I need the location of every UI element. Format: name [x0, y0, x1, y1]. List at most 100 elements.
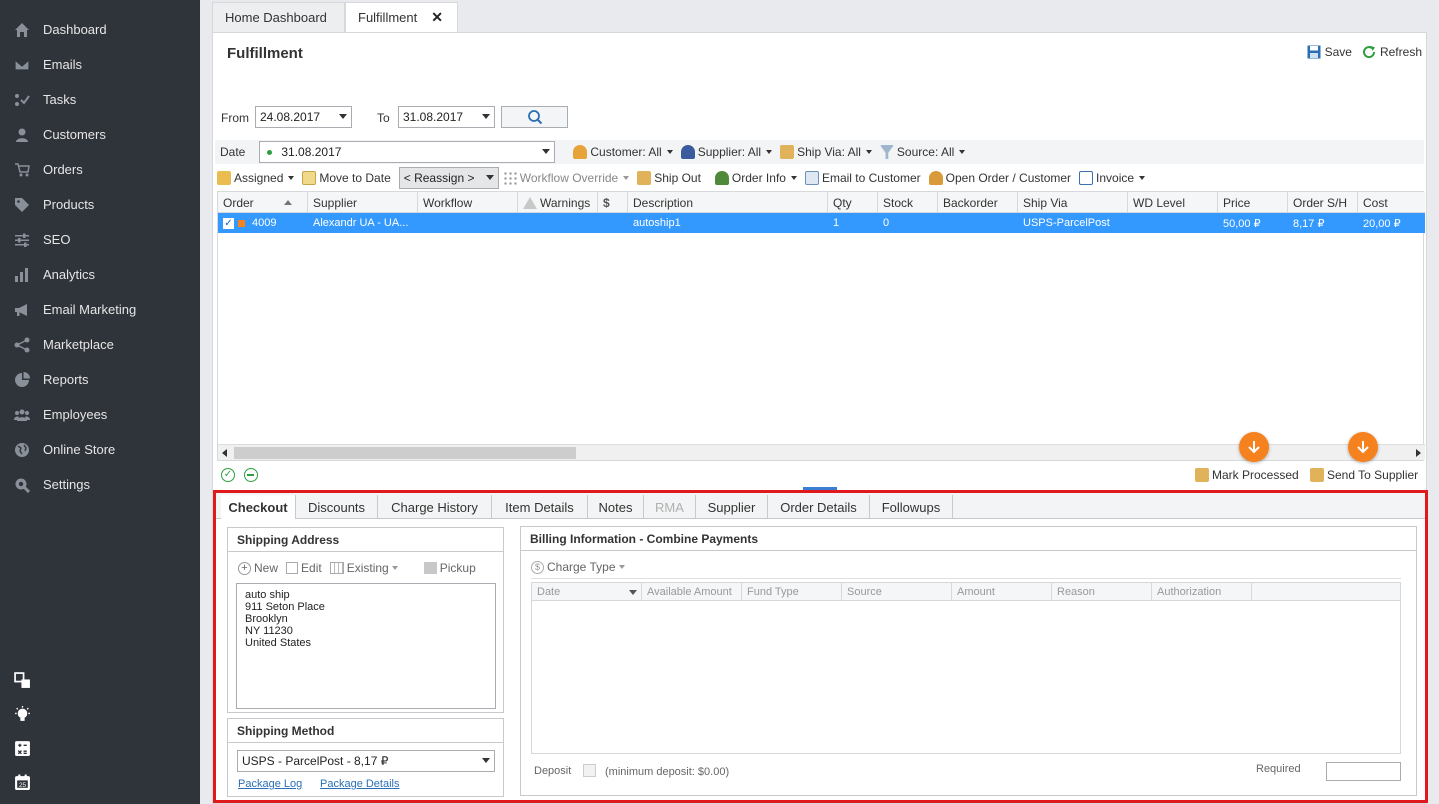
calendar-icon[interactable]: 25: [12, 772, 32, 792]
lightbulb-icon[interactable]: [12, 704, 32, 724]
shipping-method-value: USPS - ParcelPost - 8,17 ₽: [242, 754, 389, 768]
column-header-source[interactable]: Source: [842, 583, 952, 601]
charge-type-dropdown[interactable]: $ Charge Type: [531, 560, 625, 574]
mark-processed-arrow-icon[interactable]: [1239, 432, 1269, 462]
column-header-description[interactable]: Description: [628, 192, 828, 213]
tab-followups[interactable]: Followups: [870, 495, 953, 519]
sidebar-item-customers[interactable]: Customers: [0, 117, 200, 152]
scroll-left-icon[interactable]: [222, 449, 227, 457]
tab-checkout[interactable]: Checkout: [221, 495, 296, 519]
to-date-picker[interactable]: 31.08.2017: [398, 106, 495, 128]
sidebar-item-employees[interactable]: Employees: [0, 397, 200, 432]
column-header-ship-via[interactable]: Ship Via: [1018, 192, 1128, 213]
package-details-link[interactable]: Package Details: [320, 778, 400, 790]
order-info-button[interactable]: Order Info: [714, 171, 797, 185]
assigned-button[interactable]: Assigned: [217, 171, 295, 185]
sidebar-item-analytics[interactable]: Analytics: [0, 257, 200, 292]
column-label: Description: [633, 195, 694, 210]
mark-processed-button[interactable]: Mark Processed: [1195, 468, 1299, 482]
column-header-qty[interactable]: Qty: [828, 192, 878, 213]
sidebar-item-dashboard[interactable]: Dashboard: [0, 12, 200, 47]
send-to-supplier-button[interactable]: Send To Supplier: [1310, 468, 1418, 482]
sidebar-item-marketplace[interactable]: Marketplace: [0, 327, 200, 362]
source-filter[interactable]: Source: All: [879, 145, 966, 159]
column-header-stock[interactable]: Stock: [878, 192, 938, 213]
workflow-override-button[interactable]: Workflow Override: [502, 171, 630, 185]
supplier-icon: [680, 145, 695, 159]
tab-home-dashboard[interactable]: Home Dashboard: [212, 2, 345, 32]
chevron-down-icon: [790, 176, 797, 180]
close-icon[interactable]: ✕: [431, 9, 443, 26]
order-cell: ✓ 4009: [218, 213, 308, 233]
column-header-amount[interactable]: Amount: [952, 583, 1052, 601]
from-date-picker[interactable]: 24.08.2017: [255, 106, 352, 128]
column-header-wd-level[interactable]: WD Level: [1128, 192, 1218, 213]
new-address-button[interactable]: + New: [238, 561, 278, 575]
column-header-reason[interactable]: Reason: [1052, 583, 1152, 601]
column-header-date[interactable]: Date: [532, 583, 642, 601]
column-header-supplier[interactable]: Supplier: [308, 192, 418, 213]
column-header-backorder[interactable]: Backorder: [938, 192, 1018, 213]
column-header-cost[interactable]: Cost: [1358, 192, 1425, 213]
tab-fulfillment[interactable]: Fulfillment ✕: [345, 2, 458, 32]
sidebar-item-emails[interactable]: Emails: [0, 47, 200, 82]
refresh-button[interactable]: Refresh: [1362, 45, 1422, 59]
sidebar-item-tasks[interactable]: Tasks: [0, 82, 200, 117]
sidebar-item-orders[interactable]: Orders: [0, 152, 200, 187]
edit-address-button[interactable]: Edit: [286, 561, 322, 575]
ship-via-filter[interactable]: Ship Via: All: [780, 145, 872, 159]
open-order-button[interactable]: Open Order / Customer: [928, 171, 1071, 185]
column-header-available-amount[interactable]: Available Amount: [642, 583, 742, 601]
existing-address-button[interactable]: Existing: [329, 561, 398, 575]
required-input[interactable]: [1326, 762, 1401, 781]
tab-order-details[interactable]: Order Details: [768, 495, 870, 519]
expand-all-icon[interactable]: ✓: [221, 468, 235, 482]
search-button[interactable]: [501, 106, 568, 128]
tab-item-details[interactable]: Item Details: [492, 495, 588, 519]
row-checkbox[interactable]: ✓: [223, 217, 234, 229]
tab-notes[interactable]: Notes: [588, 495, 644, 519]
column-header-authorization[interactable]: Authorization: [1152, 583, 1252, 601]
date-select[interactable]: 31.08.2017: [259, 141, 556, 163]
sidebar-item-email-marketing[interactable]: Email Marketing: [0, 292, 200, 327]
email-customer-label: Email to Customer: [821, 171, 921, 185]
tab-supplier[interactable]: Supplier: [696, 495, 768, 519]
calculator-icon[interactable]: [12, 738, 32, 758]
shipping-method-select[interactable]: USPS - ParcelPost - 8,17 ₽: [237, 750, 495, 772]
scroll-right-icon[interactable]: [1416, 449, 1421, 457]
column-header-price[interactable]: Price: [1218, 192, 1288, 213]
customer-filter[interactable]: Customer: All: [573, 145, 673, 159]
scrollbar-thumb[interactable]: [234, 447, 576, 459]
collapse-all-icon[interactable]: [244, 468, 258, 482]
sidebar-item-seo[interactable]: SEO: [0, 222, 200, 257]
tab-discounts[interactable]: Discounts: [296, 495, 378, 519]
detail-tabbar: Checkout Discounts Charge History Item D…: [216, 493, 1425, 519]
sidebar-item-products[interactable]: Products: [0, 187, 200, 222]
column-header-warnings[interactable]: Warnings: [518, 192, 598, 213]
from-label: From: [221, 111, 249, 125]
package-log-link[interactable]: Package Log: [238, 778, 302, 790]
address-textarea[interactable]: auto ship 911 Seton Place Brooklyn NY 11…: [236, 583, 496, 709]
sidebar-item-reports[interactable]: Reports: [0, 362, 200, 397]
save-button[interactable]: Save: [1307, 45, 1352, 59]
email-customer-button[interactable]: Email to Customer: [804, 171, 921, 185]
column-header-order-sh[interactable]: Order S/H: [1288, 192, 1358, 213]
tab-charge-history[interactable]: Charge History: [378, 495, 492, 519]
sidebar-item-settings[interactable]: Settings: [0, 467, 200, 502]
invoice-button[interactable]: Invoice: [1079, 171, 1146, 185]
pickup-button[interactable]: Pickup: [423, 561, 476, 575]
ship-out-button[interactable]: Ship Out: [637, 171, 701, 185]
column-header-fund-type[interactable]: Fund Type: [742, 583, 842, 601]
column-header-dollar[interactable]: $: [598, 192, 628, 213]
column-header-order[interactable]: Order: [218, 192, 308, 213]
sidebar-item-online-store[interactable]: Online Store: [0, 432, 200, 467]
send-to-supplier-arrow-icon[interactable]: [1348, 432, 1378, 462]
supplier-filter[interactable]: Supplier: All: [680, 145, 773, 159]
reassign-select[interactable]: < Reassign >: [398, 167, 499, 189]
column-header-workflow[interactable]: Workflow: [418, 192, 518, 213]
table-row[interactable]: ✓ 4009 Alexandr UA - UA... autoship1 1 0…: [218, 213, 1425, 233]
order-number: 4009: [252, 217, 277, 229]
move-to-date-button[interactable]: Move to Date: [302, 171, 391, 185]
windows-icon[interactable]: [12, 670, 32, 690]
deposit-checkbox[interactable]: [583, 764, 596, 777]
